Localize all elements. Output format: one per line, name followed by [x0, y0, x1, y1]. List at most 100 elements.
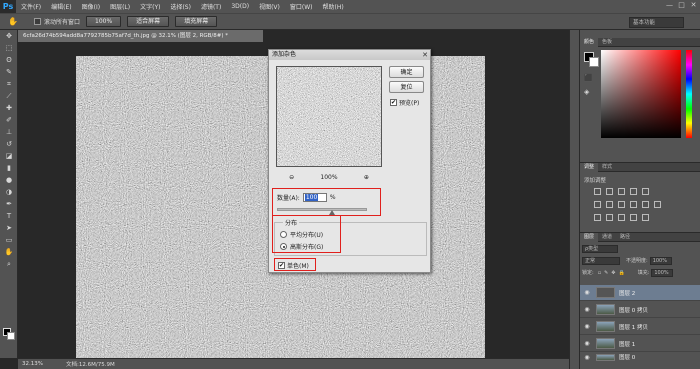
shape-tool-icon[interactable]: ▭ [0, 234, 18, 246]
menu-select[interactable]: 选择(S) [165, 2, 196, 11]
pen-tool-icon[interactable]: ✒ [0, 198, 18, 210]
menu-3d[interactable]: 3D(D) [226, 3, 254, 10]
blur-tool-icon[interactable]: ● [0, 174, 18, 186]
vibrance-icon[interactable] [642, 188, 649, 195]
visibility-eye-icon[interactable]: ◉ [580, 354, 594, 361]
close-icon[interactable]: ✕ [422, 50, 428, 60]
background-color-swatch[interactable] [7, 332, 15, 340]
menu-window[interactable]: 窗口(W) [285, 2, 318, 11]
noise-preview[interactable] [276, 66, 382, 167]
layer-kind-filter[interactable]: ρ类型 [582, 244, 618, 253]
visibility-eye-icon[interactable]: ◉ [580, 340, 594, 347]
selective-color-icon[interactable] [642, 214, 649, 221]
quick-select-tool-icon[interactable]: ✎ [0, 66, 18, 78]
layer-thumbnail [596, 304, 615, 315]
curves-icon[interactable] [618, 188, 625, 195]
zoom-tool-icon[interactable]: ⌕ [0, 258, 18, 270]
menu-help[interactable]: 帮助(H) [318, 2, 349, 11]
black-white-icon[interactable] [618, 201, 625, 208]
zoom-in-icon[interactable]: ⊕ [364, 174, 369, 181]
layer-row[interactable]: ◉ 图层 1 [580, 336, 700, 352]
preview-zoom-row: ⊖ 100% ⊕ [276, 174, 382, 181]
right-panel-column: 颜色 色板 ⬛ ◈ 调整 样式 添加调整 图层 通道 路径 ρ类型 正常 不透明… [579, 30, 700, 369]
color-balance-icon[interactable] [606, 201, 613, 208]
hand-tool-icon[interactable]: ✋ [0, 246, 18, 258]
photoshop-window: Ps 文件(F) 编辑(E) 图像(I) 图层(L) 文字(Y) 选择(S) 滤… [0, 0, 700, 369]
menu-layer[interactable]: 图层(L) [105, 2, 135, 11]
menu-filter[interactable]: 滤镜(T) [196, 2, 226, 11]
panel-background-swatch[interactable] [589, 57, 599, 67]
tab-styles[interactable]: 样式 [598, 163, 616, 172]
layer-row[interactable]: ◉ 图层 1 拷贝 [580, 319, 700, 335]
tab-channels[interactable]: 通道 [598, 233, 616, 242]
menu-edit[interactable]: 编辑(E) [46, 2, 76, 11]
move-tool-icon[interactable]: ✥ [0, 30, 18, 42]
gradient-map-icon[interactable] [630, 214, 637, 221]
zoom-readout[interactable]: 32.13% [18, 361, 58, 367]
brightness-contrast-icon[interactable] [594, 188, 601, 195]
tab-layers[interactable]: 图层 [580, 232, 599, 242]
menu-view[interactable]: 视图(V) [254, 2, 285, 11]
hue-saturation-icon[interactable] [594, 201, 601, 208]
lock-icons[interactable]: ▫✎✥🔒 [598, 270, 628, 276]
clone-stamp-tool-icon[interactable]: ⊥ [0, 126, 18, 138]
status-bar: 32.13% 文档:12.6M/75.9M [18, 358, 569, 369]
hand-tool-preset-icon[interactable]: ✋ [2, 15, 24, 29]
marquee-tool-icon[interactable]: ⬚ [0, 42, 18, 54]
visibility-eye-icon[interactable]: ◉ [580, 323, 594, 330]
dodge-tool-icon[interactable]: ◑ [0, 186, 18, 198]
tab-adjustments[interactable]: 调整 [580, 162, 599, 172]
blend-mode-select[interactable]: 正常 [582, 256, 620, 265]
tab-swatches[interactable]: 色板 [598, 38, 616, 47]
fill-screen-button[interactable]: 填充屏幕 [175, 16, 218, 27]
hue-slider[interactable] [686, 50, 692, 138]
visibility-eye-icon[interactable]: ◉ [580, 289, 594, 296]
healing-brush-tool-icon[interactable]: ✚ [0, 102, 18, 114]
zoom-100-button[interactable]: 100% [86, 16, 122, 27]
ok-button[interactable]: 确定 [389, 66, 424, 78]
workspace-select[interactable]: 基本功能 [629, 17, 684, 28]
minimize-button[interactable]: — [665, 1, 674, 10]
threshold-icon[interactable] [618, 214, 625, 221]
preview-checkbox[interactable]: ✔ [390, 99, 397, 106]
brush-tool-icon[interactable]: ✐ [0, 114, 18, 126]
restore-button[interactable]: □ [677, 1, 686, 10]
levels-icon[interactable] [606, 188, 613, 195]
eyedropper-tool-icon[interactable]: ⟋ [0, 90, 18, 102]
exposure-icon[interactable] [630, 188, 637, 195]
color-picker-field[interactable] [601, 50, 681, 138]
visibility-eye-icon[interactable]: ◉ [580, 306, 594, 313]
document-tab[interactable]: 6cfa26d74b594add8a7792785b75af7d_th.jpg … [18, 30, 263, 42]
photo-filter-icon[interactable] [630, 201, 637, 208]
close-button[interactable]: ✕ [689, 1, 698, 10]
tab-color[interactable]: 颜色 [580, 37, 599, 47]
dialog-title[interactable]: 添加杂色 [269, 50, 430, 60]
menu-image[interactable]: 图像(I) [77, 2, 105, 11]
preview-zoom-level: 100% [320, 174, 338, 181]
channel-mixer-icon[interactable] [642, 201, 649, 208]
menu-file[interactable]: 文件(F) [16, 2, 46, 11]
fill-field[interactable]: 100% [651, 268, 674, 277]
add-adjustment-label: 添加调整 [584, 178, 607, 184]
fit-screen-button[interactable]: 适合屏幕 [127, 16, 170, 27]
lasso-tool-icon[interactable]: ʘ [0, 54, 18, 66]
invert-icon[interactable] [594, 214, 601, 221]
menu-type[interactable]: 文字(Y) [135, 2, 165, 11]
crop-tool-icon[interactable]: ⌗ [0, 78, 18, 90]
eraser-tool-icon[interactable]: ◪ [0, 150, 18, 162]
gradient-tool-icon[interactable]: ▮ [0, 162, 18, 174]
type-tool-icon[interactable]: T [0, 210, 18, 222]
history-brush-tool-icon[interactable]: ↺ [0, 138, 18, 150]
opacity-field[interactable]: 100% [649, 256, 672, 265]
zoom-out-icon[interactable]: ⊖ [289, 174, 294, 181]
layer-row[interactable]: ◉ 图层 0 [580, 353, 700, 361]
scroll-all-windows-checkbox[interactable] [34, 18, 41, 25]
posterize-icon[interactable] [606, 214, 613, 221]
layer-filter-row: ρ类型 [582, 244, 698, 253]
path-select-tool-icon[interactable]: ➤ [0, 222, 18, 234]
layer-row[interactable]: ◉ 图层 2 [580, 285, 700, 301]
tab-paths[interactable]: 路径 [616, 233, 634, 242]
layer-row[interactable]: ◉ 图层 0 拷贝 [580, 302, 700, 318]
reset-button[interactable]: 复位 [389, 81, 424, 93]
color-lookup-icon[interactable] [654, 201, 661, 208]
